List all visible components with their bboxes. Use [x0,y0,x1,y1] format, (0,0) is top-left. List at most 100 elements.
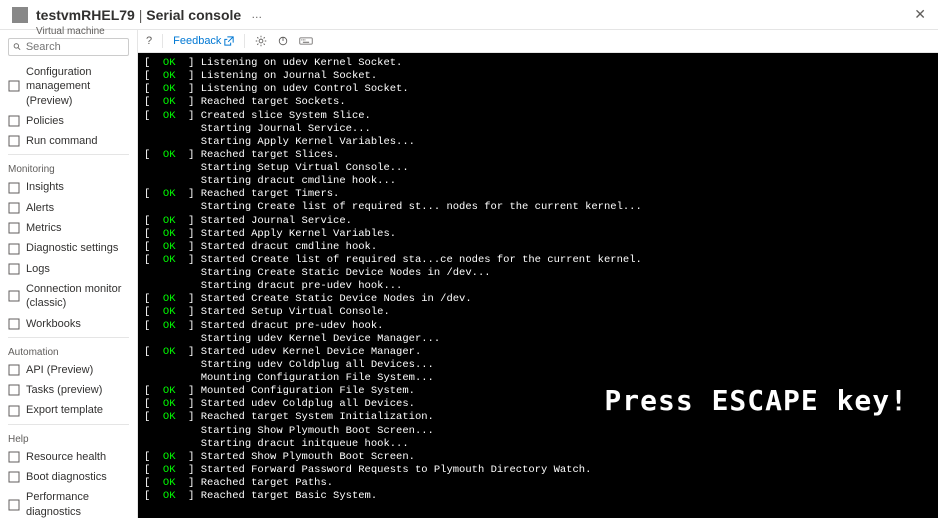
api-icon [8,364,20,376]
help-button[interactable]: ? [146,35,152,47]
keyboard-button[interactable] [299,35,313,47]
power-icon [277,35,289,47]
group-monitoring: Monitoring [0,158,137,177]
nav-insights[interactable]: Insights [0,177,137,197]
nav-label: Metrics [26,221,61,235]
console-line: [ OK ] Started Journal Service. [144,215,932,228]
nav-label: API (Preview) [26,363,93,377]
nav-label: Connection monitor (classic) [26,282,129,311]
nav-label: Run command [26,134,98,148]
console-line: [ OK ] Started Create list of required s… [144,254,932,267]
page-name: Serial console [146,7,241,23]
console-line: [ OK ] Started udev Kernel Device Manage… [144,346,932,359]
console-line: [ OK ] Started Show Plymouth Boot Screen… [144,451,932,464]
console-line: [ OK ] Started dracut cmdline hook. [144,241,932,254]
nav-resource-health[interactable]: Resource health [0,447,137,467]
metrics-icon [8,222,20,234]
search-icon [13,42,22,52]
nav-label: Diagnostic settings [26,241,118,255]
vm-icon [12,7,28,23]
nav-label: Tasks (preview) [26,383,102,397]
console-line: Starting dracut initqueue hook... [144,438,932,451]
console-line: Starting Create Static Device Nodes in /… [144,267,932,280]
console-line: Starting Show Plymouth Boot Screen... [144,425,932,438]
search-input[interactable] [26,41,124,53]
keyboard-icon [299,35,313,47]
perfdiag-icon [8,499,20,511]
nav-connection-monitor-classic-[interactable]: Connection monitor (classic) [0,279,137,314]
console-line: [ OK ] Started Apply Kernel Variables. [144,228,932,241]
nav-performance-diagnostics[interactable]: Performance diagnostics [0,487,137,518]
console-line: Starting Setup Virtual Console... [144,162,932,175]
console-line: [ OK ] Listening on udev Control Socket. [144,83,932,96]
nav-metrics[interactable]: Metrics [0,218,137,238]
health-icon [8,451,20,463]
insights-icon [8,182,20,194]
group-help: Help [0,428,137,447]
tasks-icon [8,384,20,396]
console-line: [ OK ] Reached target Sockets. [144,96,932,109]
close-button[interactable]: ✕ [914,6,926,23]
console-line: Starting dracut pre-udev hook... [144,280,932,293]
policies-icon [8,115,20,127]
nav-label: Policies [26,114,64,128]
workbooks-icon [8,318,20,330]
nav-diagnostic-settings[interactable]: Diagnostic settings [0,238,137,258]
nav-label: Workbooks [26,317,81,331]
nav-label: Resource health [26,450,106,464]
console-line: [ OK ] Reached target Paths. [144,477,932,490]
console-line: Starting udev Kernel Device Manager... [144,333,932,346]
settings-button[interactable] [255,35,267,47]
export-icon [8,405,20,417]
console-line: Starting udev Coldplug all Devices... [144,359,932,372]
logs-icon [8,263,20,275]
nav-workbooks[interactable]: Workbooks [0,314,137,334]
nav-tasks-preview-[interactable]: Tasks (preview) [0,380,137,400]
console-line: Starting Apply Kernel Variables... [144,136,932,149]
vm-name: testvmRHEL79 [36,7,135,23]
diag-icon [8,243,20,255]
console-line: [ OK ] Started Create Static Device Node… [144,293,932,306]
nav-label: Boot diagnostics [26,470,107,484]
nav-configuration-management-preview-[interactable]: Configuration management (Preview) [0,62,137,111]
console-line: [ OK ] Created slice System Slice. [144,110,932,123]
nav-boot-diagnostics[interactable]: Boot diagnostics [0,467,137,487]
page-title: testvmRHEL79 | Serial console [36,7,241,23]
power-button[interactable] [277,35,289,47]
search-box[interactable] [8,38,129,56]
console-line: Starting Create list of required st... n… [144,201,932,214]
nav-label: Export template [26,403,103,417]
nav-label: Logs [26,262,50,276]
console-line: Starting dracut cmdline hook... [144,175,932,188]
nav-api-preview-[interactable]: API (Preview) [0,360,137,380]
nav-run-command[interactable]: Run command [0,131,137,151]
console-line: [ OK ] Listening on udev Kernel Socket. [144,57,932,70]
nav-policies[interactable]: Policies [0,111,137,131]
nav-export-template[interactable]: Export template [0,400,137,420]
more-button[interactable]: … [251,9,262,21]
nav-label: Insights [26,180,64,194]
sidebar: Configuration management (Preview) Polici… [0,30,138,518]
console-line: [ OK ] Reached target Slices. [144,149,932,162]
alerts-icon [8,202,20,214]
feedback-button[interactable]: Feedback [173,35,234,47]
config-icon [8,80,20,92]
console-line: [ OK ] Started Forward Password Requests… [144,464,932,477]
run-icon [8,135,20,147]
bootdiag-icon [8,471,20,483]
connmon-icon [8,290,20,302]
console-line: Starting Journal Service... [144,123,932,136]
console-line: [ OK ] Listening on Journal Socket. [144,70,932,83]
main-panel: ? Feedback [ OK ] Listening on udev Kern… [138,30,938,518]
subtitle: Virtual machine [36,26,105,37]
nav-label: Performance diagnostics [26,490,129,518]
console-line: [ OK ] Started Setup Virtual Console. [144,306,932,319]
console-line: [ OK ] Reached target Basic System. [144,490,932,503]
nav-logs[interactable]: Logs [0,259,137,279]
gear-icon [255,35,267,47]
nav-label: Configuration management (Preview) [26,65,129,108]
header: testvmRHEL79 | Serial console … ✕ Virtua… [0,0,938,30]
serial-console-output[interactable]: [ OK ] Listening on udev Kernel Socket.[… [138,53,938,518]
toolbar: ? Feedback [138,30,938,53]
nav-alerts[interactable]: Alerts [0,198,137,218]
